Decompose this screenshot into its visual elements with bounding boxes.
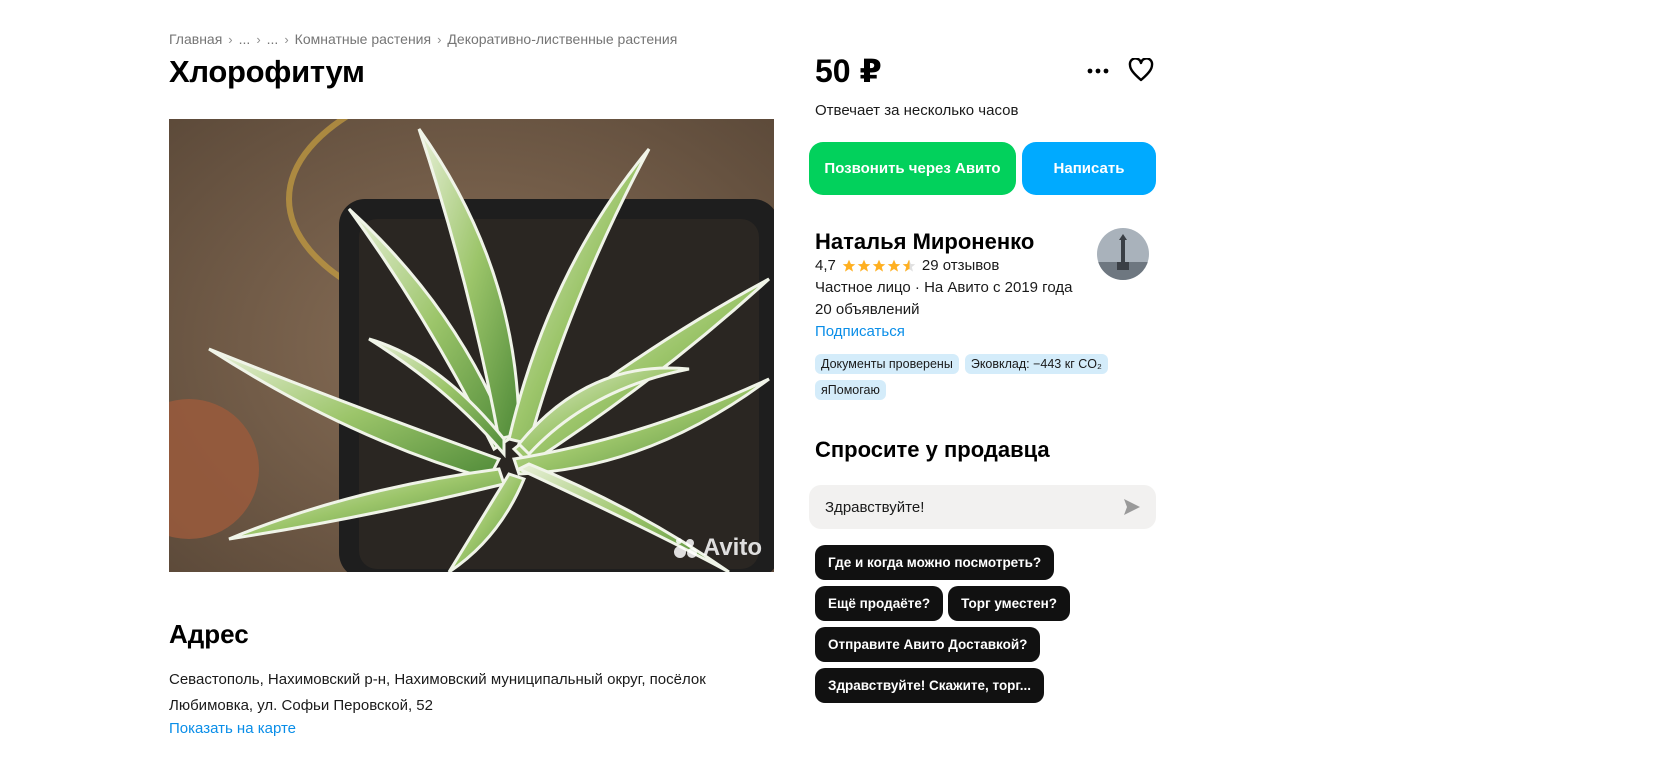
avito-watermark: Avito bbox=[673, 534, 762, 562]
listing-photo[interactable]: Avito bbox=[169, 119, 774, 572]
breadcrumb-foliage-plants[interactable]: Декоративно-лиственные растения bbox=[447, 31, 677, 47]
ask-seller-input[interactable] bbox=[823, 497, 1122, 517]
chevron-right-icon: › bbox=[437, 31, 442, 47]
watermark-text: Avito bbox=[702, 534, 762, 561]
breadcrumb-houseplants[interactable]: Комнатные растения bbox=[295, 31, 431, 47]
avatar-image bbox=[1097, 228, 1149, 280]
breadcrumb: Главная › ... › ... › Комнатные растения… bbox=[169, 31, 677, 47]
chevron-right-icon: › bbox=[228, 31, 233, 47]
chevron-right-icon: › bbox=[284, 31, 289, 47]
price: 50 ₽ bbox=[815, 53, 882, 89]
address-title: Адрес bbox=[169, 619, 249, 649]
rating-stars bbox=[842, 259, 916, 273]
seller-badges: Документы проверены Эковклад: −443 кг CO… bbox=[815, 354, 1145, 400]
quick-question-chip[interactable]: Где и когда можно посмотреть? bbox=[815, 545, 1055, 580]
quick-question-chip[interactable]: Отправите Авито Доставкой? bbox=[815, 627, 1041, 662]
badge-ya-pomogayu[interactable]: яПомогаю bbox=[815, 380, 886, 400]
breadcrumb-home[interactable]: Главная bbox=[169, 31, 222, 47]
breadcrumb-ellipsis-1[interactable]: ... bbox=[239, 31, 251, 47]
ask-seller-field bbox=[809, 485, 1156, 529]
avatar[interactable] bbox=[1097, 228, 1149, 280]
call-via-avito-button[interactable]: Позвонить через Авито bbox=[809, 142, 1016, 195]
seller-rating: 4,7 29 отзывов bbox=[815, 257, 999, 274]
plant-image bbox=[169, 119, 774, 572]
avito-logo-icon bbox=[673, 538, 697, 558]
badge-eco-contribution[interactable]: Эковклад: −443 кг CO₂ bbox=[964, 354, 1108, 374]
badge-documents-verified[interactable]: Документы проверены bbox=[815, 354, 959, 374]
star-icon bbox=[872, 259, 886, 272]
more-dots-icon bbox=[1087, 68, 1109, 74]
breadcrumb-ellipsis-2[interactable]: ... bbox=[267, 31, 279, 47]
send-icon[interactable] bbox=[1122, 497, 1142, 517]
show-on-map-link[interactable]: Показать на карте bbox=[169, 720, 296, 737]
ask-seller-title: Спросите у продавца bbox=[815, 437, 1050, 462]
favorite-button[interactable] bbox=[1125, 54, 1157, 86]
star-icon bbox=[842, 259, 856, 272]
write-button[interactable]: Написать bbox=[1022, 142, 1156, 195]
address-text: Севастополь, Нахимовский р-н, Нахимовски… bbox=[169, 671, 706, 714]
listing-title: Хлорофитум bbox=[169, 54, 365, 89]
quick-question-chip[interactable]: Торг уместен? bbox=[948, 586, 1071, 621]
seller-ads-count[interactable]: 20 объявлений bbox=[815, 301, 920, 318]
response-time: Отвечает за несколько часов bbox=[815, 102, 1019, 119]
seller-name[interactable]: Наталья Мироненко bbox=[815, 229, 1034, 255]
subscribe-link[interactable]: Подписаться bbox=[815, 323, 905, 340]
chevron-right-icon: › bbox=[256, 31, 261, 47]
rating-value: 4,7 bbox=[815, 257, 836, 274]
quick-questions: Где и когда можно посмотреть? Ещё продаё… bbox=[815, 545, 1155, 703]
quick-question-chip[interactable]: Здравствуйте! Скажите, торг... bbox=[815, 668, 1044, 703]
reviews-count[interactable]: 29 отзывов bbox=[922, 257, 1000, 274]
seller-type: Частное лицо · На Авито с 2019 года bbox=[815, 279, 1073, 296]
heart-icon bbox=[1128, 58, 1154, 82]
more-button[interactable] bbox=[1083, 56, 1113, 86]
star-icon bbox=[887, 259, 901, 272]
star-icon bbox=[857, 259, 871, 272]
star-half-icon bbox=[902, 259, 916, 272]
quick-question-chip[interactable]: Ещё продаёте? bbox=[815, 586, 944, 621]
